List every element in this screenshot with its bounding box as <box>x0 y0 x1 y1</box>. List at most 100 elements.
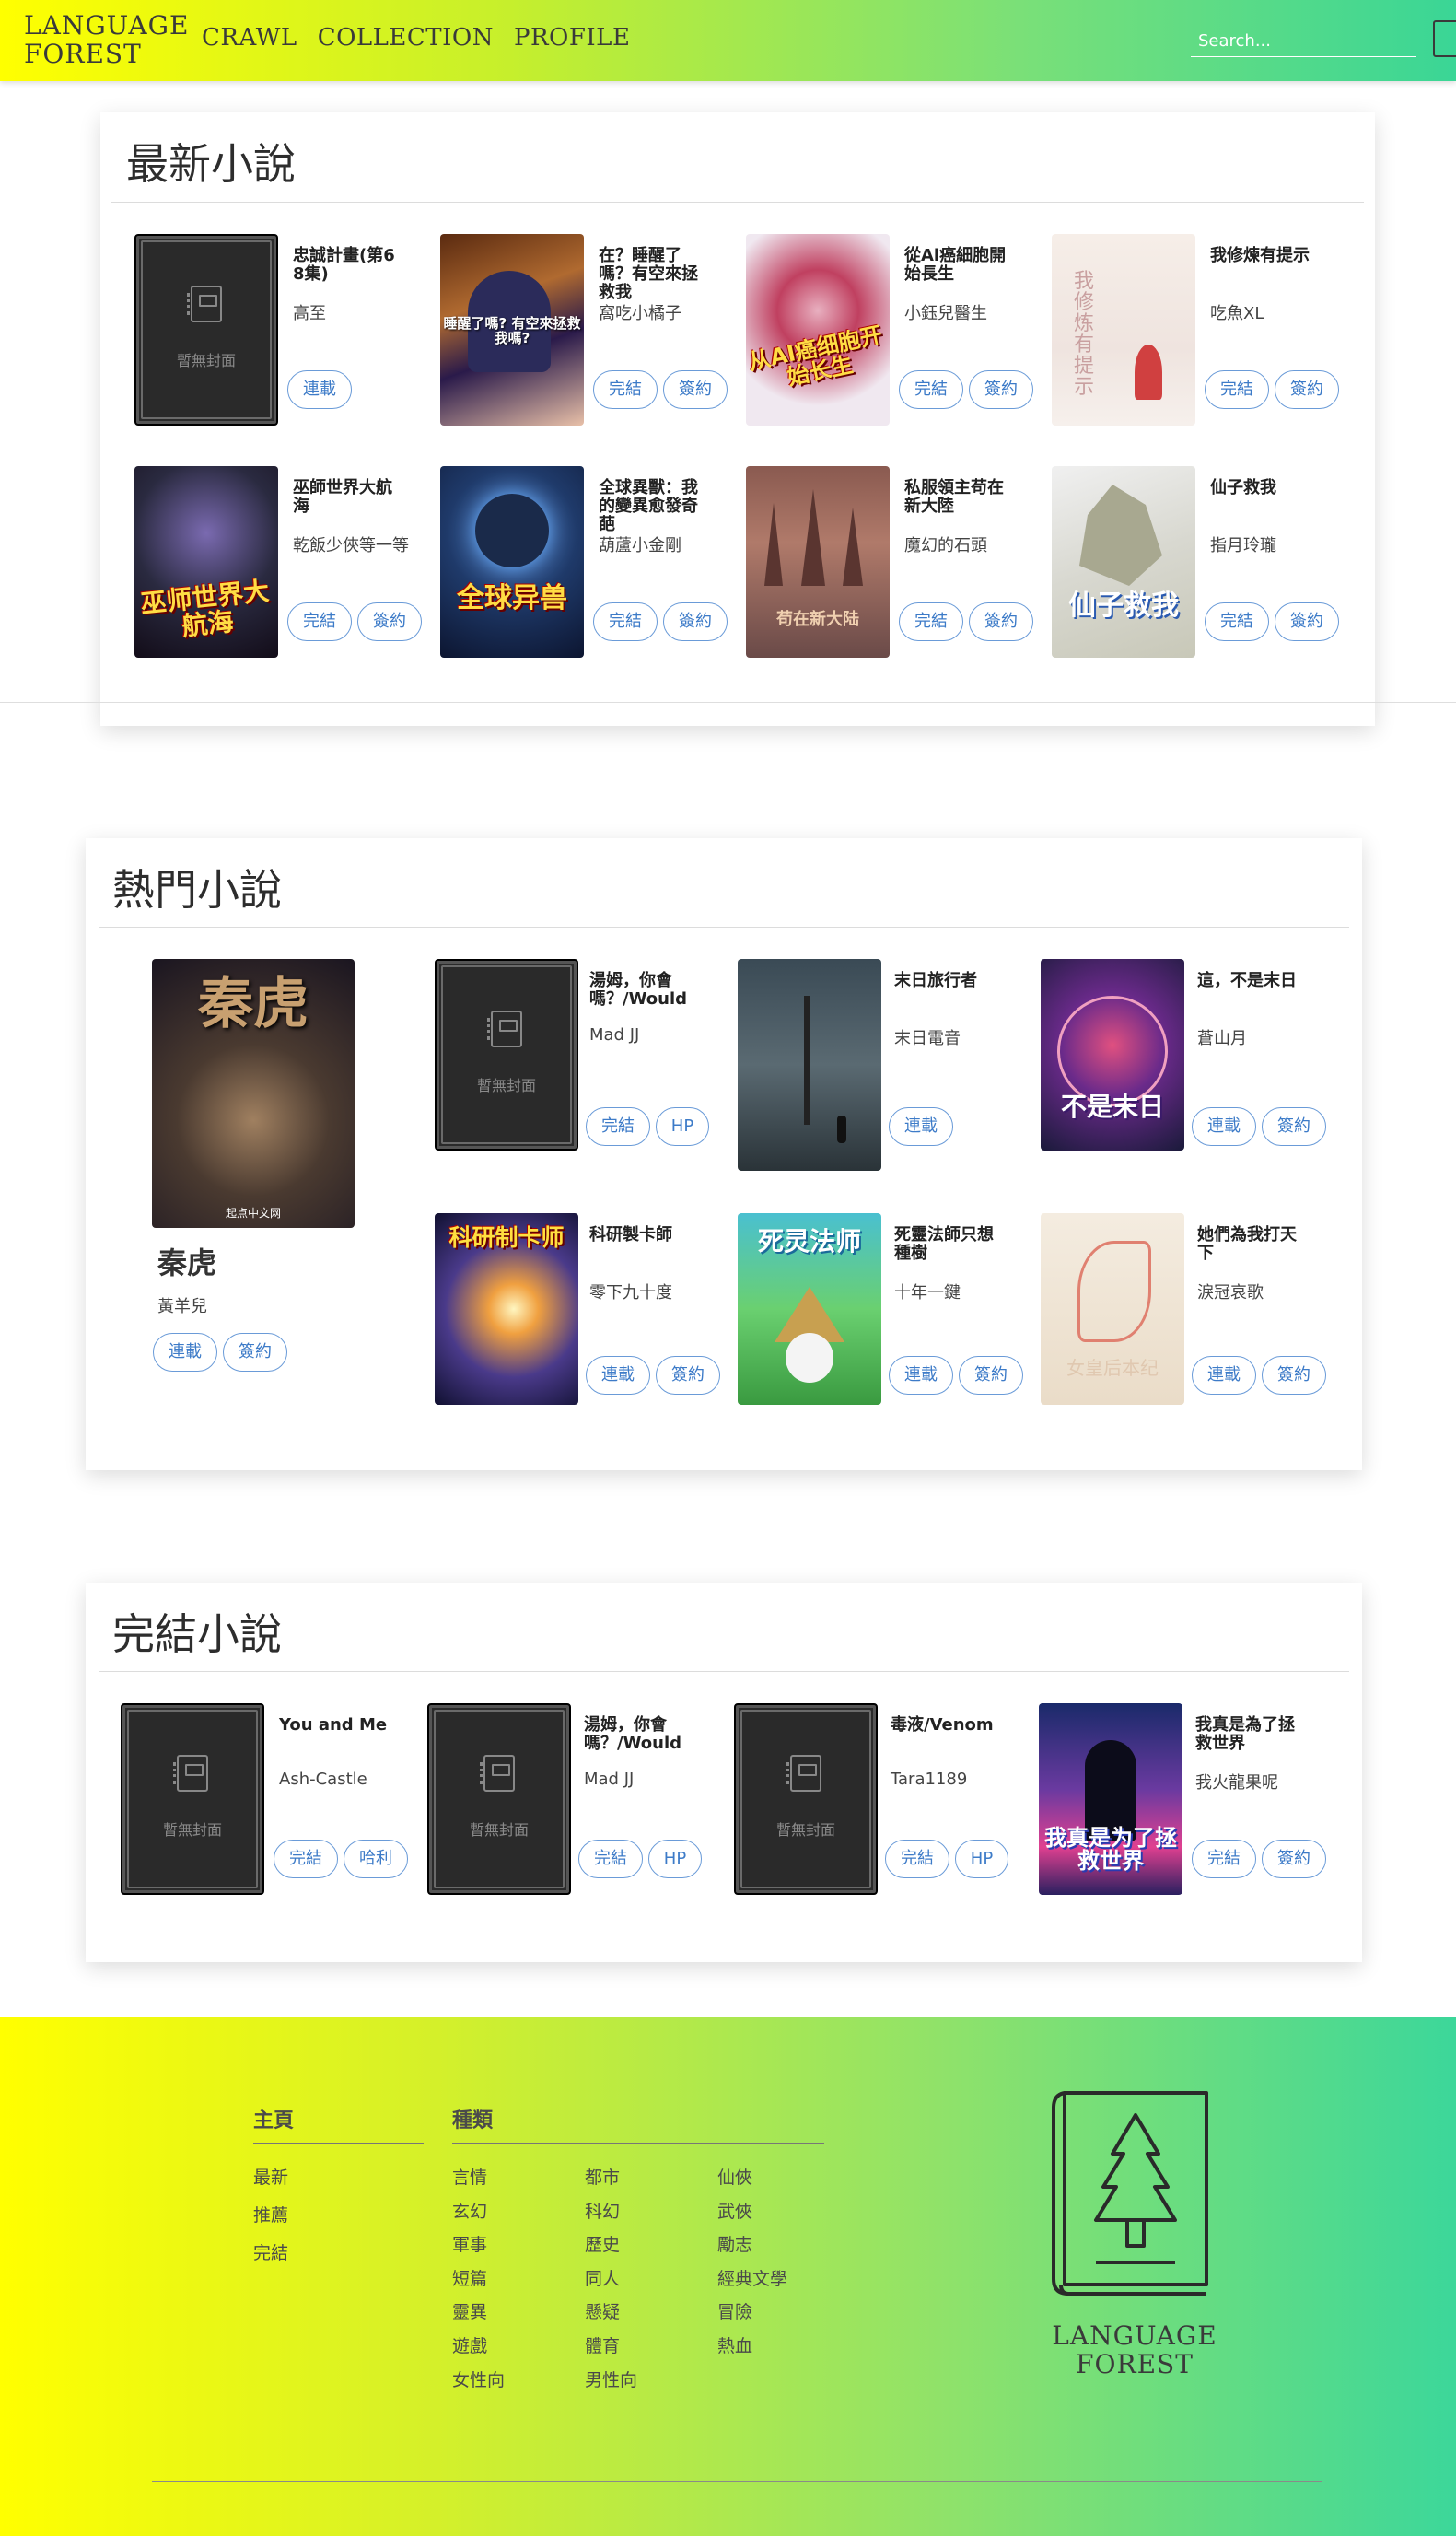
book-author[interactable]: 乾飯少俠等一等 <box>293 532 413 556</box>
tag-signed[interactable]: 簽約 <box>357 602 422 641</box>
tag-serializing[interactable]: 連載 <box>1192 1356 1256 1395</box>
book-title[interactable]: 私服領主苟在新大陸 <box>904 479 1013 516</box>
tag-completed[interactable]: 完結 <box>885 1840 949 1878</box>
genre-link[interactable]: 女性向 <box>452 2367 505 2391</box>
tag-completed[interactable]: 完結 <box>1205 602 1269 641</box>
book-author[interactable]: Mad JJ <box>589 1025 709 1045</box>
genre-link[interactable]: 同人 <box>585 2265 620 2290</box>
genre-link[interactable]: 武俠 <box>717 2198 752 2223</box>
featured-book-title[interactable]: 秦虎 <box>157 1240 216 1282</box>
genre-link[interactable]: 言情 <box>452 2164 487 2189</box>
tag-signed[interactable]: 簽約 <box>1275 602 1339 641</box>
genre-link[interactable]: 體育 <box>585 2332 620 2357</box>
book-title[interactable]: 末日旅行者 <box>894 972 1003 990</box>
book-title[interactable]: 科研製卡師 <box>589 1226 698 1245</box>
book-author[interactable]: Tara1189 <box>891 1770 1010 1789</box>
book-author[interactable]: Mad JJ <box>584 1770 704 1789</box>
book-cover-placeholder[interactable]: 暫無封面 <box>427 1703 571 1895</box>
book-author[interactable]: Ash-Castle <box>279 1770 399 1789</box>
book-author[interactable]: 高至 <box>293 300 413 324</box>
genre-link[interactable]: 靈異 <box>452 2298 487 2323</box>
tag-completed[interactable]: 完結 <box>899 370 963 409</box>
book-author[interactable]: 窩吃小橘子 <box>599 300 718 324</box>
book-cover[interactable]: 睡醒了嗎? 有空來拯救我嗎? <box>440 234 584 426</box>
tag-signed[interactable]: 簽約 <box>656 1356 720 1395</box>
tag-signed[interactable]: 簽約 <box>1262 1356 1326 1395</box>
tag-signed[interactable]: 簽約 <box>969 370 1033 409</box>
tag-completed[interactable]: 完結 <box>593 602 658 641</box>
genre-link[interactable]: 遊戲 <box>452 2332 487 2357</box>
tag-serializing[interactable]: 連載 <box>153 1333 217 1372</box>
nav-link-profile[interactable]: PROFILE <box>514 24 630 52</box>
tag-serializing[interactable]: 連載 <box>889 1356 953 1395</box>
book-title[interactable]: 毒液/Venom <box>891 1716 999 1735</box>
genre-link[interactable]: 仙俠 <box>717 2164 752 2189</box>
tag-signed[interactable]: 簽約 <box>959 1356 1023 1395</box>
tag-hp[interactable]: HP <box>648 1840 702 1878</box>
genre-link[interactable]: 男性向 <box>585 2367 637 2391</box>
book-author[interactable]: 蒼山月 <box>1197 1025 1317 1049</box>
tag-hp[interactable]: HP <box>656 1107 709 1146</box>
tag-completed[interactable]: 完結 <box>1205 370 1269 409</box>
nav-link-crawl[interactable]: CRAWL <box>202 24 297 52</box>
book-cover[interactable]: 全球异兽 <box>440 466 584 658</box>
book-author[interactable]: 吃魚XL <box>1210 300 1330 324</box>
book-author[interactable]: 零下九十度 <box>589 1280 709 1303</box>
tag-completed[interactable]: 完結 <box>1192 1840 1256 1878</box>
tag-hp[interactable]: HP <box>955 1840 1008 1878</box>
book-title[interactable]: You and Me <box>279 1716 388 1735</box>
book-author[interactable]: 小鈺兒醫生 <box>904 300 1024 324</box>
book-author[interactable]: 十年一鍵 <box>894 1280 1014 1303</box>
genre-link[interactable]: 歷史 <box>585 2231 620 2256</box>
book-cover[interactable]: 女皇后本纪 <box>1041 1213 1184 1405</box>
footer-link-completed[interactable]: 完結 <box>253 2239 288 2264</box>
footer-link-latest[interactable]: 最新 <box>253 2164 288 2189</box>
tag-serializing[interactable]: 連載 <box>287 370 352 409</box>
tag-signed[interactable]: 簽約 <box>223 1333 287 1372</box>
tag-completed[interactable]: 完結 <box>586 1107 650 1146</box>
book-title[interactable]: 這，不是末日 <box>1197 972 1306 990</box>
genre-link[interactable]: 都市 <box>585 2164 620 2189</box>
book-cover-placeholder[interactable]: 暫無封面 <box>435 959 578 1151</box>
brand-logo[interactable]: LANGUAGE FOREST <box>24 11 189 68</box>
book-title[interactable]: 湯姆，你會嗎？/Would <box>584 1716 693 1753</box>
book-cover[interactable]: 我真是为了拯救世界 <box>1039 1703 1182 1895</box>
book-title[interactable]: 在？睡醒了嗎？有空來拯救我 <box>599 247 707 302</box>
book-cover[interactable]: 我修炼有提示 <box>1052 234 1195 426</box>
genre-link[interactable]: 經典文學 <box>717 2265 787 2290</box>
genre-link[interactable]: 勵志 <box>717 2231 752 2256</box>
tag-completed[interactable]: 完結 <box>899 602 963 641</box>
search-input[interactable] <box>1191 26 1416 57</box>
genre-link[interactable]: 冒險 <box>717 2298 752 2323</box>
nav-link-collection[interactable]: COLLECTION <box>318 24 494 52</box>
featured-book-cover[interactable]: 秦虎 起点中文网 <box>152 959 355 1228</box>
genre-link[interactable]: 玄幻 <box>452 2198 487 2223</box>
tag-serializing[interactable]: 連載 <box>586 1356 650 1395</box>
tag-completed[interactable]: 完結 <box>274 1840 338 1878</box>
book-title[interactable]: 仙子救我 <box>1210 479 1319 497</box>
tag-serializing[interactable]: 連載 <box>1192 1107 1256 1146</box>
book-title[interactable]: 湯姆，你會嗎？/Would <box>589 972 698 1009</box>
book-title[interactable]: 她們為我打天下 <box>1197 1226 1306 1263</box>
book-cover-placeholder[interactable]: 暫無封面 <box>734 1703 878 1895</box>
book-cover[interactable]: 科研制卡师 <box>435 1213 578 1405</box>
genre-link[interactable]: 科幻 <box>585 2198 620 2223</box>
book-cover[interactable]: 仙子救我 <box>1052 466 1195 658</box>
book-cover[interactable]: 苟在新大陆 <box>746 466 890 658</box>
book-title[interactable]: 忠誠計畫(第68集) <box>293 247 402 284</box>
book-cover[interactable] <box>738 959 881 1171</box>
tag-signed[interactable]: 簽約 <box>1262 1107 1326 1146</box>
book-title[interactable]: 我修煉有提示 <box>1210 247 1319 265</box>
book-cover-placeholder[interactable]: 暫無封面 <box>134 234 278 426</box>
tag-signed[interactable]: 簽約 <box>663 602 728 641</box>
book-author[interactable]: 指月玲瓏 <box>1210 532 1330 556</box>
book-logo-icon[interactable] <box>1433 20 1456 57</box>
tag-signed[interactable]: 簽約 <box>1262 1840 1326 1878</box>
tag-harry[interactable]: 哈利 <box>344 1840 408 1878</box>
tag-signed[interactable]: 簽約 <box>969 602 1033 641</box>
book-cover[interactable]: 巫师世界大航海 <box>134 466 278 658</box>
book-author[interactable]: 末日電音 <box>894 1025 1014 1049</box>
book-title[interactable]: 死靈法師只想種樹 <box>894 1226 1003 1263</box>
tag-completed[interactable]: 完結 <box>593 370 658 409</box>
book-cover[interactable]: 从AI癌细胞开始长生 <box>746 234 890 426</box>
